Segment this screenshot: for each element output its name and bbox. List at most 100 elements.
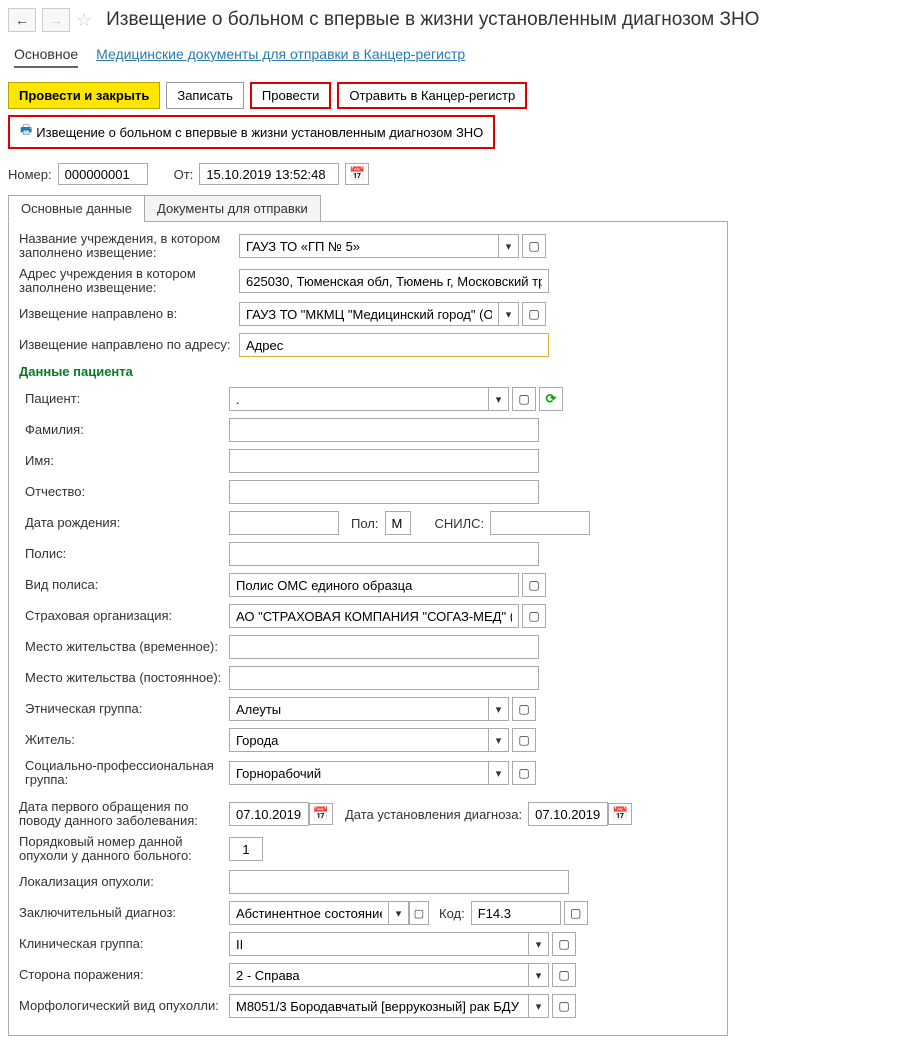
name-input[interactable]	[229, 449, 539, 473]
from-date-input[interactable]	[199, 163, 339, 185]
panel-tab-docs[interactable]: Документы для отправки	[144, 195, 321, 222]
surname-input[interactable]	[229, 418, 539, 442]
patient-open-button[interactable]: ▢	[512, 387, 536, 411]
sent-to-open-button[interactable]: ▢	[522, 302, 546, 326]
policy-type-open-button[interactable]: ▢	[522, 573, 546, 597]
insurance-label: Страховая организация:	[19, 609, 229, 623]
residence-perm-label: Место жительства (постоянное):	[19, 671, 229, 685]
favorite-star-icon[interactable]: ☆	[76, 10, 92, 31]
gender-input[interactable]	[385, 511, 411, 535]
insurance-input[interactable]	[229, 604, 519, 628]
sent-to-label: Извещение направлено в:	[19, 307, 239, 321]
first-visit-calendar-button[interactable]: 📅	[309, 803, 333, 825]
side-open-button[interactable]: ▢	[552, 963, 576, 987]
ethnic-dropdown-button[interactable]: ▾	[489, 697, 509, 721]
final-diag-input[interactable]	[229, 901, 389, 925]
localization-label: Локализация опухоли:	[19, 875, 229, 889]
dob-input[interactable]	[229, 511, 339, 535]
nav-back-button[interactable]: ←	[8, 8, 36, 32]
page-title: Извещение о больном с впервые в жизни ус…	[106, 9, 759, 31]
resident-label: Житель:	[19, 733, 229, 747]
surname-label: Фамилия:	[19, 423, 229, 437]
first-visit-input[interactable]	[229, 802, 309, 826]
final-diag-dropdown-button[interactable]: ▾	[389, 901, 409, 925]
social-dropdown-button[interactable]: ▾	[489, 761, 509, 785]
clinical-group-open-button[interactable]: ▢	[552, 932, 576, 956]
clinical-group-input[interactable]	[229, 932, 529, 956]
residence-perm-input[interactable]	[229, 666, 539, 690]
post-and-close-button[interactable]: Провести и закрыть	[8, 82, 160, 109]
patient-refresh-button[interactable]: ⟳	[539, 387, 563, 411]
patronymic-label: Отчество:	[19, 485, 229, 499]
morphology-dropdown-button[interactable]: ▾	[529, 994, 549, 1018]
ethnic-input[interactable]	[229, 697, 489, 721]
insurance-open-button[interactable]: ▢	[522, 604, 546, 628]
residence-temp-input[interactable]	[229, 635, 539, 659]
diag-date-label: Дата установления диагноза:	[345, 807, 522, 822]
send-to-registry-button[interactable]: Отравить в Канцер-регистр	[337, 82, 527, 109]
number-label: Номер:	[8, 167, 52, 182]
from-label: От:	[174, 167, 194, 182]
resident-open-button[interactable]: ▢	[512, 728, 536, 752]
sent-to-input[interactable]	[239, 302, 499, 326]
policy-type-input[interactable]	[229, 573, 519, 597]
section-tab-docs[interactable]: Медицинские документы для отправки в Кан…	[96, 42, 465, 68]
org-name-dropdown-button[interactable]: ▾	[499, 234, 519, 258]
localization-input[interactable]	[229, 870, 569, 894]
nav-forward-button[interactable]: →	[42, 8, 70, 32]
printer-icon: 🖶	[20, 121, 32, 143]
org-addr-input[interactable]	[239, 269, 549, 293]
morphology-label: Морфологический вид опухолли:	[19, 999, 229, 1013]
post-button[interactable]: Провести	[250, 82, 332, 109]
policy-input[interactable]	[229, 542, 539, 566]
org-name-open-button[interactable]: ▢	[522, 234, 546, 258]
diag-date-calendar-button[interactable]: 📅	[608, 803, 632, 825]
policy-type-label: Вид полиса:	[19, 578, 229, 592]
print-notice-button[interactable]: 🖶 Извещение о больном с впервые в жизни …	[8, 115, 495, 149]
resident-dropdown-button[interactable]: ▾	[489, 728, 509, 752]
section-tab-main[interactable]: Основное	[14, 42, 78, 68]
tumor-no-input[interactable]	[229, 837, 263, 861]
side-dropdown-button[interactable]: ▾	[529, 963, 549, 987]
social-open-button[interactable]: ▢	[512, 761, 536, 785]
sent-to-dropdown-button[interactable]: ▾	[499, 302, 519, 326]
code-input[interactable]	[471, 901, 561, 925]
tumor-no-label: Порядковый номер данной опухоли у данног…	[19, 835, 229, 863]
residence-temp-label: Место жительства (временное):	[19, 640, 229, 654]
sent-addr-label: Извещение направлено по адресу:	[19, 338, 239, 352]
org-name-label: Название учреждения, в котором заполнено…	[19, 232, 239, 260]
panel-tab-main[interactable]: Основные данные	[8, 195, 145, 222]
code-open-button[interactable]: ▢	[564, 901, 588, 925]
patient-dropdown-button[interactable]: ▾	[489, 387, 509, 411]
number-input[interactable]	[58, 163, 148, 185]
org-name-input[interactable]	[239, 234, 499, 258]
ethnic-label: Этническая группа:	[19, 702, 229, 716]
morphology-input[interactable]	[229, 994, 529, 1018]
diag-date-input[interactable]	[528, 802, 608, 826]
ethnic-open-button[interactable]: ▢	[512, 697, 536, 721]
morphology-open-button[interactable]: ▢	[552, 994, 576, 1018]
sent-addr-input[interactable]	[239, 333, 549, 357]
policy-label: Полис:	[19, 547, 229, 561]
social-input[interactable]	[229, 761, 489, 785]
clinical-group-label: Клиническая группа:	[19, 937, 229, 951]
patronymic-input[interactable]	[229, 480, 539, 504]
patient-section-header: Данные пациента	[19, 364, 717, 379]
calendar-icon: 📅	[349, 166, 365, 182]
side-input[interactable]	[229, 963, 529, 987]
snils-input[interactable]	[490, 511, 590, 535]
patient-input[interactable]	[229, 387, 489, 411]
refresh-icon: ⟳	[546, 391, 557, 407]
from-date-calendar-button[interactable]: 📅	[345, 163, 369, 185]
code-label: Код:	[439, 906, 465, 921]
final-diag-open-button[interactable]: ▢	[409, 901, 429, 925]
panel-body-main: Название учреждения, в котором заполнено…	[8, 221, 728, 1036]
org-addr-label: Адрес учреждения в котором заполнено изв…	[19, 267, 239, 295]
dob-label: Дата рождения:	[19, 516, 229, 530]
final-diag-label: Заключительный диагноз:	[19, 906, 229, 920]
side-label: Сторона поражения:	[19, 968, 229, 982]
resident-input[interactable]	[229, 728, 489, 752]
save-button[interactable]: Записать	[166, 82, 244, 109]
clinical-group-dropdown-button[interactable]: ▾	[529, 932, 549, 956]
patient-label: Пациент:	[19, 392, 229, 406]
